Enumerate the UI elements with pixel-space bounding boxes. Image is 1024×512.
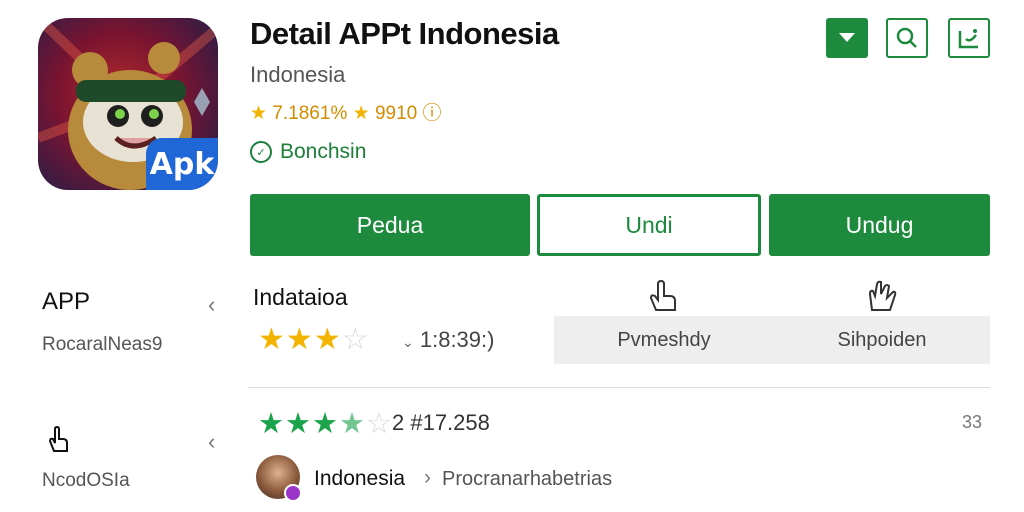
check-circle-icon: ✓ — [250, 141, 272, 163]
badge-dot-icon — [284, 484, 302, 502]
developer-name[interactable]: Indonesia — [250, 62, 345, 88]
sidebar-item-app[interactable]: APP — [42, 288, 90, 316]
more-options-icon[interactable]: 33 — [962, 412, 982, 433]
star-icon: ★ — [313, 323, 342, 356]
review-stars: ★★★★☆ — [258, 406, 393, 441]
hand-tap-icon[interactable] — [642, 278, 682, 319]
sidebar-item-app-subtitle: Rocaral​Neas9 — [42, 334, 163, 355]
primary-action-button[interactable]: Pedua — [250, 194, 530, 256]
star-icon: ★ — [352, 103, 370, 124]
rating-summary: ★ 7.1861% ★ 9910 ⓘ — [250, 98, 442, 125]
star-outline-icon: ☆ — [341, 323, 370, 356]
review-count: 2 #17.258 — [392, 410, 490, 435]
star-outline-icon: ☆ — [366, 408, 393, 440]
hand-pointer-icon[interactable] — [42, 425, 76, 460]
star-icon: ★ — [258, 323, 286, 356]
chevron-down-icon — [839, 33, 855, 42]
rating-count-value: 1:8:39:) — [419, 327, 495, 352]
chevron-down-icon: ⌄ — [402, 334, 414, 350]
ratings-section-title: Indataioa — [253, 284, 348, 310]
filter-chip[interactable]: Sihpoiden — [774, 316, 990, 364]
star-icon: ★ — [250, 103, 268, 124]
star-icon: ★ — [285, 408, 312, 440]
secondary-action-button[interactable]: Undi — [537, 194, 761, 256]
hand-wave-icon[interactable] — [862, 278, 902, 319]
share-icon — [958, 29, 978, 49]
reviewer-meta: Procranarhabetrias — [442, 468, 613, 490]
rating-count: 9910 — [374, 103, 418, 124]
sidebar-item-subtitle: NcodOSIa — [42, 470, 130, 491]
apk-badge: Apk — [146, 138, 218, 190]
search-button[interactable] — [886, 18, 928, 58]
reviewer-name[interactable]: Indonesia — [314, 467, 405, 491]
download-button[interactable] — [826, 18, 868, 58]
star-icon: ★ — [312, 408, 339, 440]
chevron-left-icon[interactable]: ‹ — [208, 429, 215, 455]
filter-chip[interactable]: Pvmeshdy — [554, 316, 774, 364]
app-icon: Apk — [38, 18, 218, 190]
install-info: ✓ Bonchsin — [250, 140, 366, 164]
section-divider — [248, 387, 990, 388]
rating-value: 7.1861% — [272, 103, 348, 124]
star-icon: ★ — [258, 408, 285, 440]
chevron-left-icon[interactable]: ‹ — [208, 292, 215, 318]
rating-count-text: ⌄ 1:8:39:) — [402, 327, 494, 353]
star-icon: ★ — [285, 323, 314, 356]
app-title: Detail APPt Indonesia — [250, 16, 559, 51]
star-half-icon: ★ — [339, 408, 366, 440]
rating-stars: ★★★☆ — [258, 322, 370, 357]
share-button[interactable] — [948, 18, 990, 58]
install-label: Bonchsin — [280, 140, 367, 163]
search-icon — [896, 27, 917, 48]
chevron-right-icon: › — [424, 466, 431, 489]
download-action-button[interactable]: Undug — [769, 194, 990, 256]
info-icon: ⓘ — [422, 103, 442, 124]
